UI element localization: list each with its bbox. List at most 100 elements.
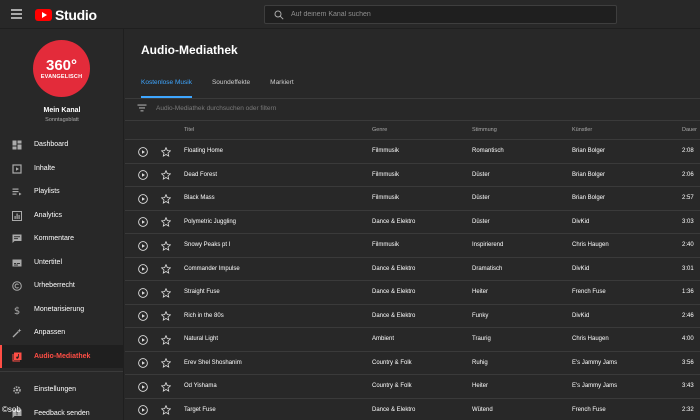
play-icon[interactable] <box>138 405 148 415</box>
star-icon[interactable] <box>161 287 171 298</box>
sidebar-item-content[interactable]: Inhalte <box>0 157 123 181</box>
playlist-icon <box>12 188 22 196</box>
star-icon[interactable] <box>161 381 171 392</box>
table-row[interactable]: Od Yishama Country & Folk Heiter E's Jammy … <box>125 375 700 399</box>
table-row[interactable]: Rich in the 80s Dance & Elektro Funky DivKi… <box>125 305 700 328</box>
sidebar-item-audio-library[interactable]: Audio-Mediathek <box>0 344 123 368</box>
search-box[interactable] <box>264 5 617 24</box>
sidebar-item-label: Kommentare <box>34 235 75 243</box>
track-mood: Heiter <box>472 383 489 389</box>
track-duration: 2:57 <box>682 195 694 201</box>
star-icon[interactable] <box>161 405 171 415</box>
tabs-divider <box>125 98 700 99</box>
track-duration: 2:32 <box>682 406 694 413</box>
star-icon[interactable] <box>161 264 171 274</box>
sidebar: 360° EVANGELISCH Mein Kanal Sonntagsblat… <box>0 29 124 420</box>
star-icon[interactable] <box>161 311 171 321</box>
sidebar-item-playlists[interactable]: Playlists <box>0 180 123 204</box>
column-header-duration[interactable]: Dauer <box>682 127 697 133</box>
track-mood: Düster <box>472 218 490 225</box>
table-row[interactable]: Snowy Peaks pt I Filmmusik Inspirierend Chr… <box>125 234 700 258</box>
channel-name: Mein Kanal <box>43 107 81 114</box>
track-genre: Country & Folk <box>372 359 412 366</box>
subtitles-icon <box>12 259 22 266</box>
play-icon[interactable] <box>138 146 148 157</box>
avatar-text-big: 360° <box>45 56 78 74</box>
track-artist: Chris Haugen <box>572 336 609 342</box>
star-icon[interactable] <box>161 193 171 204</box>
track-genre: Filmmusik <box>372 242 399 248</box>
sidebar-item-label: Audio-Mediathek <box>34 352 91 360</box>
sidebar-item-label: Dashboard <box>34 141 69 149</box>
table-row[interactable]: Floating Home Filmmusik Romantisch Brian Bo… <box>125 140 700 164</box>
track-title: Straight Fuse <box>184 289 220 295</box>
table-row[interactable]: Black Mass Filmmusik Düster Brian Bolger 2:5… <box>125 187 700 211</box>
track-genre: Dance & Elektro <box>372 406 416 413</box>
sidebar-item-label: Urheberrecht <box>34 282 75 290</box>
track-mood: Düster <box>472 171 490 178</box>
studio-logo[interactable]: Studio <box>35 7 97 23</box>
play-icon[interactable] <box>138 381 148 392</box>
column-header-title[interactable]: Titel <box>184 127 194 133</box>
track-artist: DivKid <box>572 265 590 272</box>
column-header-mood[interactable]: Stimmung <box>472 127 497 133</box>
star-icon[interactable] <box>161 146 171 157</box>
sidebar-item-customize[interactable]: Anpassen <box>0 321 123 345</box>
star-icon[interactable] <box>161 217 171 227</box>
play-icon[interactable] <box>138 240 148 251</box>
star-icon[interactable] <box>161 334 171 345</box>
channel-avatar[interactable]: 360° EVANGELISCH <box>33 40 90 97</box>
table-row[interactable]: Commander Impulse Dance & Elektro Dramatis… <box>125 258 700 281</box>
track-duration: 2:08 <box>682 148 694 154</box>
sidebar-item-copyright[interactable]: Urheberrecht <box>0 274 123 298</box>
sidebar-item-label: Untertitel <box>34 258 63 266</box>
play-icon[interactable] <box>138 170 148 180</box>
table-row[interactable]: Natural Light Ambient Traurig Chris Haugen 4… <box>125 328 700 352</box>
play-icon[interactable] <box>138 334 148 345</box>
table-row[interactable]: Dead Forest Filmmusik Düster Brian Bolger 2:… <box>125 164 700 187</box>
play-icon[interactable] <box>138 193 148 204</box>
menu-icon[interactable] <box>11 9 22 19</box>
table-row[interactable]: Polymetric Juggling Dance & Elektro Düster… <box>125 211 700 234</box>
star-icon[interactable] <box>161 358 171 368</box>
column-header-artist[interactable]: Künstler <box>572 127 592 133</box>
play-icon[interactable] <box>138 287 148 298</box>
track-title: Commander Impulse <box>184 265 240 272</box>
tab-bar: Kostenlose Musik Soundeffekte Markiert <box>141 79 314 98</box>
track-genre: Dance & Elektro <box>372 312 416 319</box>
table-row[interactable]: Straight Fuse Dance & Elektro Heiter French… <box>125 281 700 305</box>
sidebar-item-comments[interactable]: Kommentare <box>0 227 123 251</box>
table-row[interactable]: Erev Shel Shoshanim Country & Folk Ruhig E'… <box>125 352 700 375</box>
search-input[interactable] <box>291 6 611 23</box>
star-icon[interactable] <box>161 240 171 251</box>
sidebar-item-settings[interactable]: Einstellungen <box>0 378 123 402</box>
sidebar-item-dashboard[interactable]: Dashboard <box>0 133 123 157</box>
tab-starred[interactable]: Markiert <box>270 79 293 98</box>
top-bar: Studio <box>0 0 700 29</box>
search-icon <box>274 10 284 20</box>
track-genre: Filmmusik <box>372 171 399 178</box>
play-icon[interactable] <box>138 217 148 227</box>
track-genre: Dance & Elektro <box>372 289 416 295</box>
dashboard-icon <box>12 140 22 150</box>
sidebar-item-analytics[interactable]: Analytics <box>0 204 123 228</box>
play-icon[interactable] <box>138 264 148 274</box>
filter-icon[interactable] <box>137 103 147 113</box>
star-icon[interactable] <box>161 170 171 180</box>
tab-sound-effects[interactable]: Soundeffekte <box>212 79 250 98</box>
table-row[interactable]: Target Fuse Dance & Elektro Wütend French F… <box>125 399 700 420</box>
library-filter-input[interactable] <box>156 102 416 114</box>
track-genre: Dance & Elektro <box>372 218 416 225</box>
tab-free-music[interactable]: Kostenlose Musik <box>141 79 192 98</box>
track-mood: Ruhig <box>472 359 488 366</box>
track-title: Snowy Peaks pt I <box>184 242 231 248</box>
sidebar-item-label: Einstellungen <box>34 386 77 394</box>
track-artist: E's Jammy Jams <box>572 359 618 366</box>
play-icon[interactable] <box>138 311 148 321</box>
sidebar-item-monetization[interactable]: $ Monetarisierung <box>0 298 123 322</box>
track-artist: Brian Bolger <box>572 171 606 178</box>
audio-library-icon <box>12 352 22 361</box>
column-header-genre[interactable]: Genre <box>372 127 387 133</box>
sidebar-item-subtitles[interactable]: Untertitel <box>0 251 123 275</box>
play-icon[interactable] <box>138 358 148 368</box>
